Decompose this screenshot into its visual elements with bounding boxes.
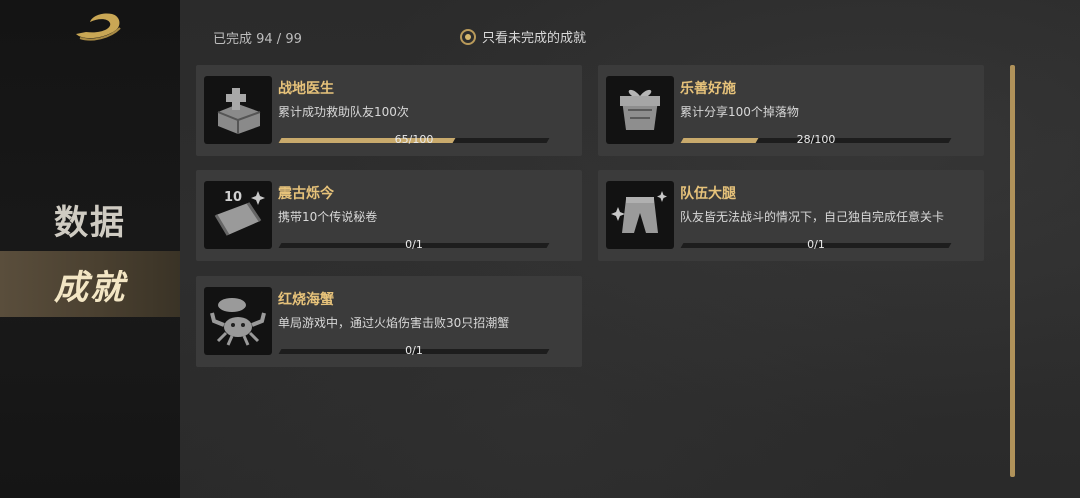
main-panel: 已完成 94 / 99 只看未完成的成就 战地医生 累计成功救助队友100次 6… (180, 0, 1080, 498)
progress-text: 0/1 (807, 238, 825, 251)
achievement-description: 携带10个传说秘卷 (278, 210, 378, 224)
scrollbar[interactable] (1010, 65, 1015, 477)
achievement-description: 队友皆无法战斗的情况下，自己独自完成任意关卡 (680, 210, 945, 224)
scroll-10-icon: 10 (204, 181, 272, 249)
radio-button[interactable] (460, 28, 476, 45)
crab-icon (204, 287, 272, 355)
nav-item-achievements[interactable]: 成就 (0, 251, 180, 317)
achievement-card-field-doctor[interactable]: 战地医生 累计成功救助队友100次 65/100 (196, 65, 582, 156)
achievement-description: 累计成功救助队友100次 (278, 105, 409, 119)
achievement-card-braised-crab[interactable]: 红烧海蟹 单局游戏中，通过火焰伤害击败30只招潮蟹 0/1 (196, 276, 582, 367)
golden-swirl-logo-icon (76, 13, 121, 41)
achievement-description: 单局游戏中，通过火焰伤害击败30只招潮蟹 (278, 316, 510, 330)
completed-count: 已完成 94 / 99 (213, 32, 302, 47)
svg-text:10: 10 (224, 190, 242, 205)
radio-selected-dot (465, 33, 471, 40)
achievement-card-generous[interactable]: 乐善好施 累计分享100个掉落物 28/100 (598, 65, 984, 156)
medkit-box-icon (204, 76, 272, 144)
achievement-title: 战地医生 (278, 81, 334, 97)
pants-icon (606, 181, 674, 249)
filter-label: 只看未完成的成就 (482, 31, 587, 46)
achievement-card-legendary-scrolls[interactable]: 10 震古烁今 携带10个传说秘卷 0/1 (196, 170, 582, 261)
progress-text: 0/1 (405, 344, 423, 357)
achievement-description: 累计分享100个掉落物 (680, 105, 799, 119)
progress-text: 0/1 (405, 238, 423, 251)
nav-item-data[interactable]: 数据 (0, 186, 180, 252)
achievement-title: 震古烁今 (278, 186, 334, 202)
nav-item-label: 成就 (54, 267, 126, 308)
achievement-card-team-carry[interactable]: 队伍大腿 队友皆无法战斗的情况下，自己独自完成任意关卡 0/1 (598, 170, 984, 261)
progress-text: 28/100 (796, 133, 836, 146)
filter-incomplete-toggle[interactable]: 只看未完成的成就 (460, 27, 586, 46)
achievement-title: 乐善好施 (680, 81, 736, 97)
nav-item-label: 数据 (54, 202, 126, 243)
progress-text: 65/100 (394, 133, 434, 146)
achievement-title: 红烧海蟹 (278, 292, 334, 308)
achievement-title: 队伍大腿 (680, 186, 736, 202)
achievement-screen: 数据 成就 已完成 94 / 99 只看未完成的成就 战地医生 累计成功救助队友… (0, 0, 1080, 498)
gift-box-icon (606, 76, 674, 144)
sidebar: 数据 成就 (0, 0, 180, 498)
